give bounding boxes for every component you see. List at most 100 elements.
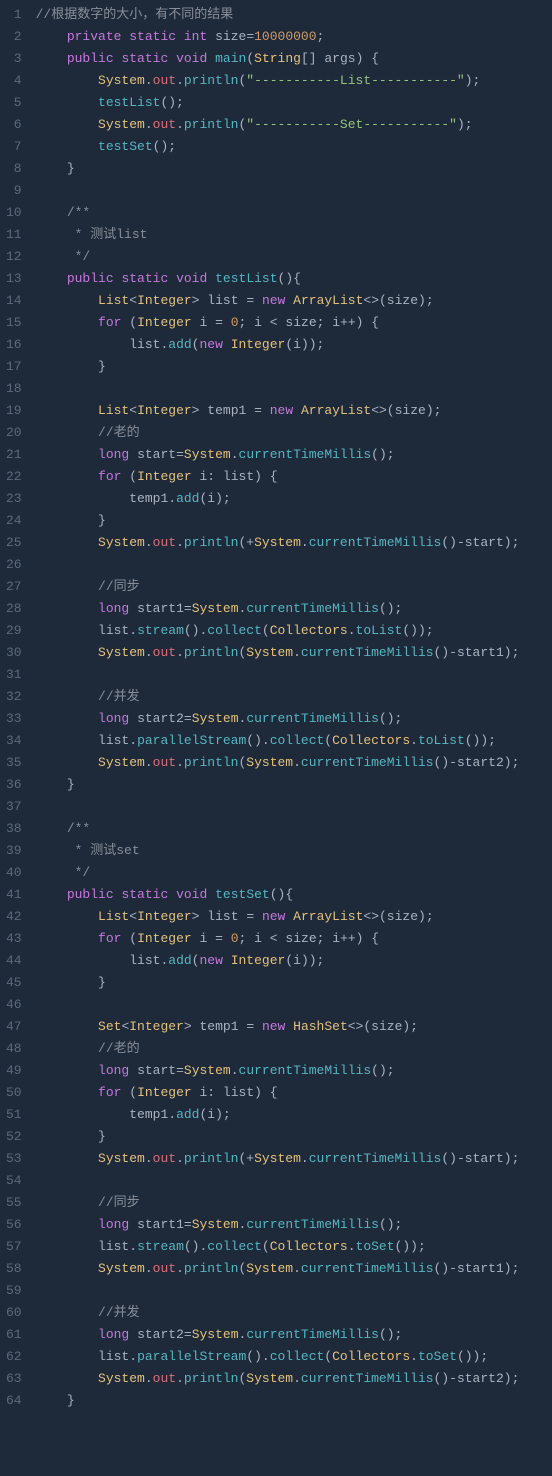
code-line: } <box>36 356 552 378</box>
line-number: 9 <box>6 180 22 202</box>
code-line: List<Integer> list = new ArrayList<>(siz… <box>36 906 552 928</box>
code-line: long start2=System.currentTimeMillis(); <box>36 1324 552 1346</box>
line-number: 41 <box>6 884 22 906</box>
line-number: 42 <box>6 906 22 928</box>
code-line: } <box>36 972 552 994</box>
code-line: } <box>36 1126 552 1148</box>
code-line <box>36 378 552 400</box>
line-number: 20 <box>6 422 22 444</box>
line-number: 27 <box>6 576 22 598</box>
line-number: 55 <box>6 1192 22 1214</box>
line-number: 64 <box>6 1390 22 1412</box>
code-line: testSet(); <box>36 136 552 158</box>
code-line: list.add(new Integer(i)); <box>36 950 552 972</box>
code-line: private static int size=10000000; <box>36 26 552 48</box>
line-number: 11 <box>6 224 22 246</box>
code-line <box>36 1170 552 1192</box>
line-number: 48 <box>6 1038 22 1060</box>
code-line: } <box>36 1390 552 1412</box>
code-line: for (Integer i = 0; i < size; i++) { <box>36 928 552 950</box>
code-line: System.out.println(System.currentTimeMil… <box>36 1368 552 1390</box>
line-number: 13 <box>6 268 22 290</box>
code-line: List<Integer> temp1 = new ArrayList<>(si… <box>36 400 552 422</box>
code-line: System.out.println(System.currentTimeMil… <box>36 752 552 774</box>
code-line: long start=System.currentTimeMillis(); <box>36 444 552 466</box>
code-line: for (Integer i: list) { <box>36 466 552 488</box>
code-line: long start=System.currentTimeMillis(); <box>36 1060 552 1082</box>
code-line: //并发 <box>36 1302 552 1324</box>
code-line: //根据数字的大小，有不同的结果 <box>36 4 552 26</box>
code-line: } <box>36 510 552 532</box>
line-number: 34 <box>6 730 22 752</box>
code-line: long start2=System.currentTimeMillis(); <box>36 708 552 730</box>
code-line: System.out.println("-----------Set------… <box>36 114 552 136</box>
line-number: 43 <box>6 928 22 950</box>
code-line <box>36 664 552 686</box>
code-line <box>36 994 552 1016</box>
line-number: 18 <box>6 378 22 400</box>
line-number: 35 <box>6 752 22 774</box>
code-line <box>36 180 552 202</box>
code-line: //老的 <box>36 1038 552 1060</box>
line-number: 30 <box>6 642 22 664</box>
code-line: */ <box>36 862 552 884</box>
code-line: long start1=System.currentTimeMillis(); <box>36 598 552 620</box>
line-number: 22 <box>6 466 22 488</box>
line-number: 63 <box>6 1368 22 1390</box>
code-line <box>36 1280 552 1302</box>
line-number-gutter: 1234567891011121314151617181920212223242… <box>0 0 30 1416</box>
line-number: 14 <box>6 290 22 312</box>
code-line: */ <box>36 246 552 268</box>
line-number: 59 <box>6 1280 22 1302</box>
line-number: 49 <box>6 1060 22 1082</box>
code-line: public static void main(String[] args) { <box>36 48 552 70</box>
line-number: 52 <box>6 1126 22 1148</box>
line-number: 16 <box>6 334 22 356</box>
code-line: } <box>36 774 552 796</box>
code-line <box>36 796 552 818</box>
code-line: list.add(new Integer(i)); <box>36 334 552 356</box>
line-number: 38 <box>6 818 22 840</box>
code-line: System.out.println(+System.currentTimeMi… <box>36 1148 552 1170</box>
code-line: //老的 <box>36 422 552 444</box>
line-number: 44 <box>6 950 22 972</box>
line-number: 62 <box>6 1346 22 1368</box>
line-number: 17 <box>6 356 22 378</box>
line-number: 36 <box>6 774 22 796</box>
line-number: 12 <box>6 246 22 268</box>
line-number: 2 <box>6 26 22 48</box>
line-number: 5 <box>6 92 22 114</box>
code-line: Set<Integer> temp1 = new HashSet<>(size)… <box>36 1016 552 1038</box>
line-number: 32 <box>6 686 22 708</box>
line-number: 19 <box>6 400 22 422</box>
code-line: //并发 <box>36 686 552 708</box>
line-number: 57 <box>6 1236 22 1258</box>
line-number: 58 <box>6 1258 22 1280</box>
code-line <box>36 554 552 576</box>
line-number: 33 <box>6 708 22 730</box>
code-line: /** <box>36 818 552 840</box>
line-number: 7 <box>6 136 22 158</box>
line-number: 25 <box>6 532 22 554</box>
line-number: 50 <box>6 1082 22 1104</box>
line-number: 23 <box>6 488 22 510</box>
code-editor: 1234567891011121314151617181920212223242… <box>0 0 552 1416</box>
code-content[interactable]: //根据数字的大小，有不同的结果 private static int size… <box>30 0 552 1416</box>
line-number: 53 <box>6 1148 22 1170</box>
line-number: 37 <box>6 796 22 818</box>
code-line: list.parallelStream().collect(Collectors… <box>36 1346 552 1368</box>
line-number: 10 <box>6 202 22 224</box>
line-number: 60 <box>6 1302 22 1324</box>
line-number: 21 <box>6 444 22 466</box>
line-number: 45 <box>6 972 22 994</box>
code-line: public static void testList(){ <box>36 268 552 290</box>
line-number: 54 <box>6 1170 22 1192</box>
line-number: 29 <box>6 620 22 642</box>
code-line: public static void testSet(){ <box>36 884 552 906</box>
code-line: list.stream().collect(Collectors.toSet()… <box>36 1236 552 1258</box>
code-line: System.out.println("-----------List-----… <box>36 70 552 92</box>
line-number: 28 <box>6 598 22 620</box>
line-number: 3 <box>6 48 22 70</box>
code-line: } <box>36 158 552 180</box>
code-line: temp1.add(i); <box>36 1104 552 1126</box>
